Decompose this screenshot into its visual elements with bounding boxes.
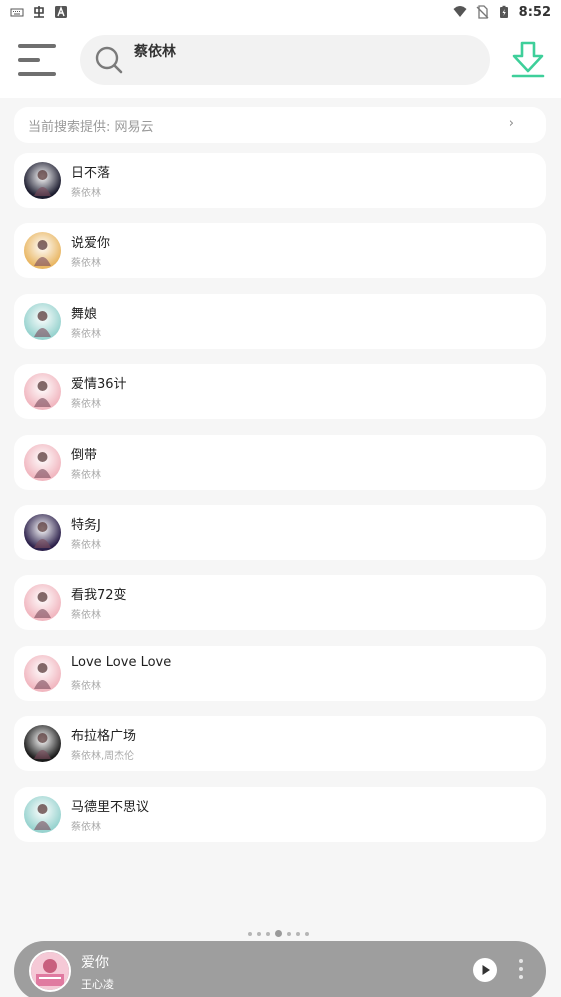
song-cover <box>24 584 61 622</box>
page-dot <box>287 931 291 936</box>
song-row[interactable]: 日不落 蔡依林 <box>14 153 546 208</box>
album-art-icon <box>34 381 51 408</box>
wifi-icon <box>453 6 467 17</box>
album-art-icon <box>34 662 51 689</box>
provider-label: 当前搜索提供: 网易云 <box>28 119 154 135</box>
song-title: 舞娘 <box>71 306 98 322</box>
status-bar: 8:52 <box>0 0 561 24</box>
song-row[interactable]: Love Love Love 蔡依林 <box>14 645 546 701</box>
song-cover <box>24 232 61 270</box>
menu-icon <box>18 44 56 48</box>
play-icon <box>482 965 490 975</box>
now-playing-cover[interactable] <box>29 950 71 992</box>
page-dot <box>257 931 261 936</box>
text-icon <box>55 6 67 18</box>
song-artist: 蔡依林,周杰伦 <box>71 751 135 763</box>
song-row[interactable]: 布拉格广场蔡依林,周杰伦 <box>14 716 546 772</box>
album-art-icon <box>31 952 69 990</box>
song-row[interactable]: 爱情36计蔡依林 <box>14 364 546 420</box>
song-title: 倒带 <box>71 447 98 463</box>
song-row[interactable]: 倒带 蔡依林 <box>14 434 546 490</box>
page-dot <box>248 931 252 936</box>
menu-button[interactable] <box>16 42 58 78</box>
song-title: 说爱你 <box>71 236 111 252</box>
page-dot <box>266 931 270 936</box>
song-title: 马德里不思议 <box>71 799 150 815</box>
album-art-icon <box>34 733 51 760</box>
search-icon <box>95 46 123 74</box>
top-bar: 蔡依林 <box>0 24 561 98</box>
song-cover <box>24 795 61 833</box>
page-indicator <box>248 930 309 937</box>
more-vertical-icon <box>519 959 523 963</box>
album-art-icon <box>34 803 51 830</box>
song-artist: 蔡依林 <box>71 539 101 551</box>
song-title: 爱情36计 <box>71 377 127 393</box>
song-artist: 蔡依林 <box>71 469 101 481</box>
album-art-icon <box>34 592 51 619</box>
page-dot <box>305 931 309 936</box>
app-icon <box>34 6 44 18</box>
clock: 8:52 <box>518 4 551 20</box>
now-playing-title: 爱你 <box>81 955 109 971</box>
song-cover <box>24 443 61 481</box>
song-cover <box>24 162 61 199</box>
song-cover <box>24 373 61 411</box>
chevron-right-icon: › <box>508 116 514 131</box>
song-artist: 蔡依林 <box>71 680 101 692</box>
song-cover <box>24 513 61 551</box>
album-art-icon <box>34 451 51 478</box>
song-title: 特务J <box>71 517 101 533</box>
song-title: 看我72变 <box>71 588 127 604</box>
search-query: 蔡依林 <box>134 44 176 60</box>
song-artist: 蔡依林 <box>71 328 101 340</box>
song-row[interactable]: 看我72变蔡依林 <box>14 575 546 631</box>
no-sim-icon <box>476 5 489 19</box>
song-title: 布拉格广场 <box>71 729 137 745</box>
play-button[interactable] <box>473 958 497 982</box>
song-cover <box>24 302 61 340</box>
download-icon[interactable] <box>510 41 546 79</box>
more-options-button[interactable] <box>516 959 526 983</box>
song-row[interactable]: 舞娘 蔡依林 <box>14 293 546 349</box>
search-provider-selector[interactable]: 当前搜索提供: 网易云 › <box>14 107 546 143</box>
song-row[interactable]: 说爱你 蔡依林 <box>14 223 546 279</box>
album-art-icon <box>34 310 51 337</box>
page-dot <box>275 930 282 937</box>
song-artist: 蔡依林 <box>71 821 101 833</box>
song-artist: 蔡依林 <box>71 399 101 411</box>
song-artist: 蔡依林 <box>71 188 101 199</box>
album-art-icon <box>34 240 51 267</box>
battery-icon <box>499 5 508 18</box>
song-cover <box>24 725 61 763</box>
song-artist: 蔡依林 <box>71 258 101 270</box>
song-list: 日不落 蔡依林 说爱你 蔡依林 舞娘 蔡依林 爱情36计 蔡依林 倒带 蔡依林 特务J 蔡依林 看我72… <box>14 153 546 857</box>
keyboard-icon <box>10 8 24 17</box>
now-playing-artist: 王心凌 <box>81 978 114 991</box>
album-art-icon <box>34 170 51 196</box>
song-title: 日不落 <box>71 166 111 181</box>
mini-player[interactable]: 爱你 王心凌 <box>14 941 546 997</box>
song-cover <box>24 654 61 692</box>
search-input[interactable]: 蔡依林 <box>80 35 490 85</box>
song-row[interactable]: 马德里不思议 蔡依林 <box>14 786 546 842</box>
song-row[interactable]: 特务J 蔡依林 <box>14 504 546 560</box>
album-art-icon <box>34 521 51 548</box>
song-title: Love Love Love <box>71 654 172 670</box>
song-artist: 蔡依林 <box>71 610 101 622</box>
page-dot <box>296 931 300 936</box>
